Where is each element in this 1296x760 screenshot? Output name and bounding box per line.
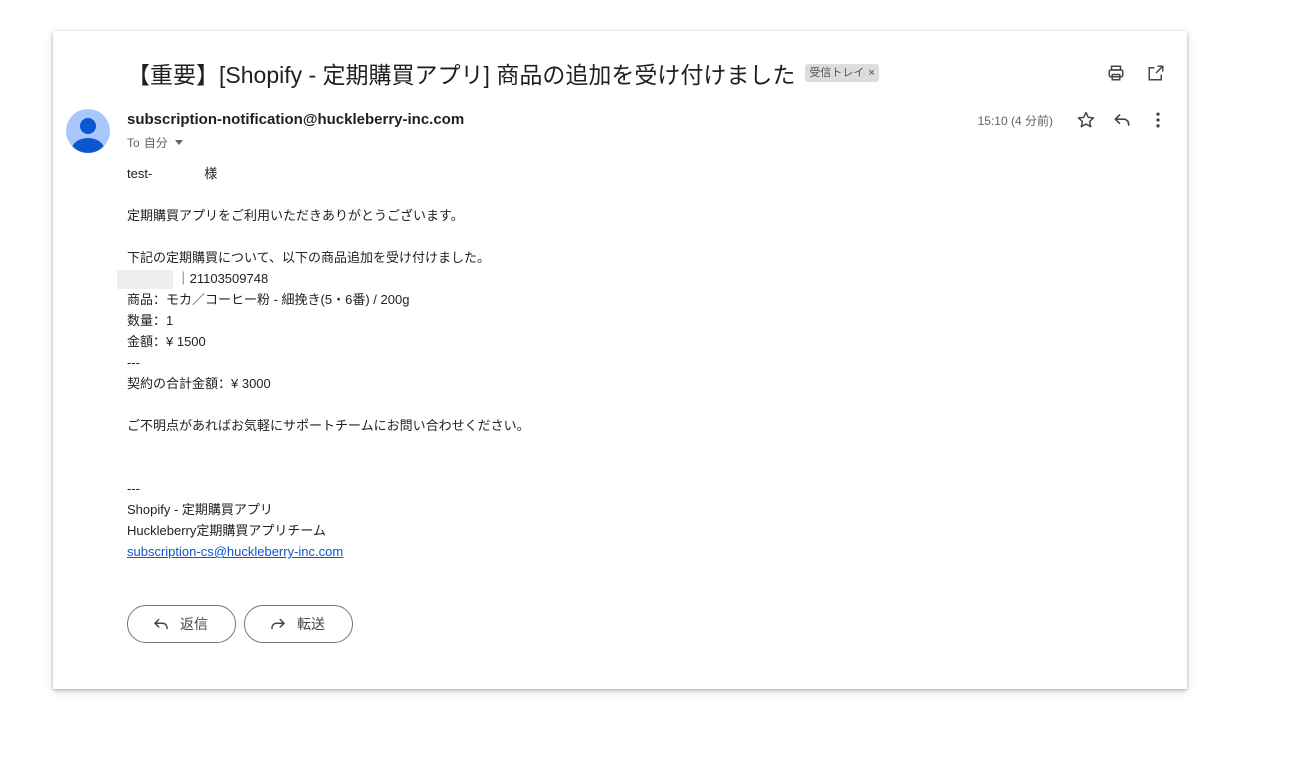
reply-icon[interactable] <box>1111 109 1133 131</box>
subject-row: 【重要】[Shopify - 定期購買アプリ] 商品の追加を受け付けました 受信… <box>127 53 1187 93</box>
greeting-suffix: 様 <box>204 166 218 181</box>
signature-email-link[interactable]: subscription-cs@huckleberry-inc.com <box>127 544 343 559</box>
reply-actions: 返信 転送 <box>127 605 353 643</box>
reply-label: 返信 <box>180 616 208 632</box>
forward-icon <box>271 618 285 630</box>
to-prefix: To <box>127 135 140 150</box>
separator-line: --- <box>127 355 140 371</box>
product-line: 商品：モカ／コーヒー粉 - 細挽き(5・6番) / 200g <box>127 292 410 308</box>
message-meta: 15:10 (4 分前) <box>978 109 1169 131</box>
email-subject: 【重要】[Shopify - 定期購買アプリ] 商品の追加を受け付けました <box>127 62 796 88</box>
reply-icon <box>154 618 168 630</box>
total-line: 契約の合計金額：¥ 3000 <box>127 376 271 392</box>
inbox-label-chip[interactable]: 受信トレイ × <box>805 64 879 82</box>
thanks-line: 定期購買アプリをご利用いただきありがとうございます。 <box>127 208 464 223</box>
open-in-new-icon[interactable] <box>1145 62 1167 84</box>
signature-separator: --- <box>127 481 140 497</box>
star-icon[interactable] <box>1075 109 1097 131</box>
sender-address[interactable]: subscription-notification@huckleberry-in… <box>127 111 464 128</box>
amount-line: 金額：¥ 1500 <box>127 334 206 350</box>
inbox-label-text: 受信トレイ <box>809 67 865 79</box>
remove-label-icon[interactable]: × <box>868 65 874 81</box>
to-recipient: 自分 <box>143 136 168 150</box>
signature-app: Shopify - 定期購買アプリ <box>127 502 273 518</box>
intro-line: 下記の定期購買について、以下の商品追加を受け付けました。 <box>127 250 490 265</box>
forward-button[interactable]: 転送 <box>244 605 353 643</box>
more-vert-icon[interactable] <box>1147 109 1169 131</box>
email-body: test- 様 定期購買アプリをご利用いただきありがとうございます。 下記の定期購… <box>117 163 530 562</box>
forward-label: 転送 <box>297 616 325 632</box>
greeting: test- 様 <box>127 163 530 184</box>
print-icon[interactable] <box>1105 62 1127 84</box>
quantity-line: 数量：1 <box>127 313 174 329</box>
reply-button[interactable]: 返信 <box>127 605 236 643</box>
greeting-name: test- <box>127 166 153 181</box>
redacted-block <box>117 270 173 290</box>
contract-id: ｜21103509748 <box>176 271 269 286</box>
contact-line: ご不明点があればお気軽にサポートチームにお問い合わせください。 <box>127 418 530 434</box>
message-time: 15:10 (4 分前) <box>977 113 1053 128</box>
recipient-line: To 自分 <box>127 134 183 151</box>
email-view: 【重要】[Shopify - 定期購買アプリ] 商品の追加を受け付けました 受信… <box>53 31 1187 689</box>
signature-team: Huckleberry定期購買アプリチーム <box>127 523 326 539</box>
avatar[interactable] <box>66 109 110 153</box>
contract-line: ｜21103509748 <box>117 268 530 290</box>
recipient-details-chevron-icon[interactable] <box>174 140 183 145</box>
top-actions <box>1105 62 1167 84</box>
